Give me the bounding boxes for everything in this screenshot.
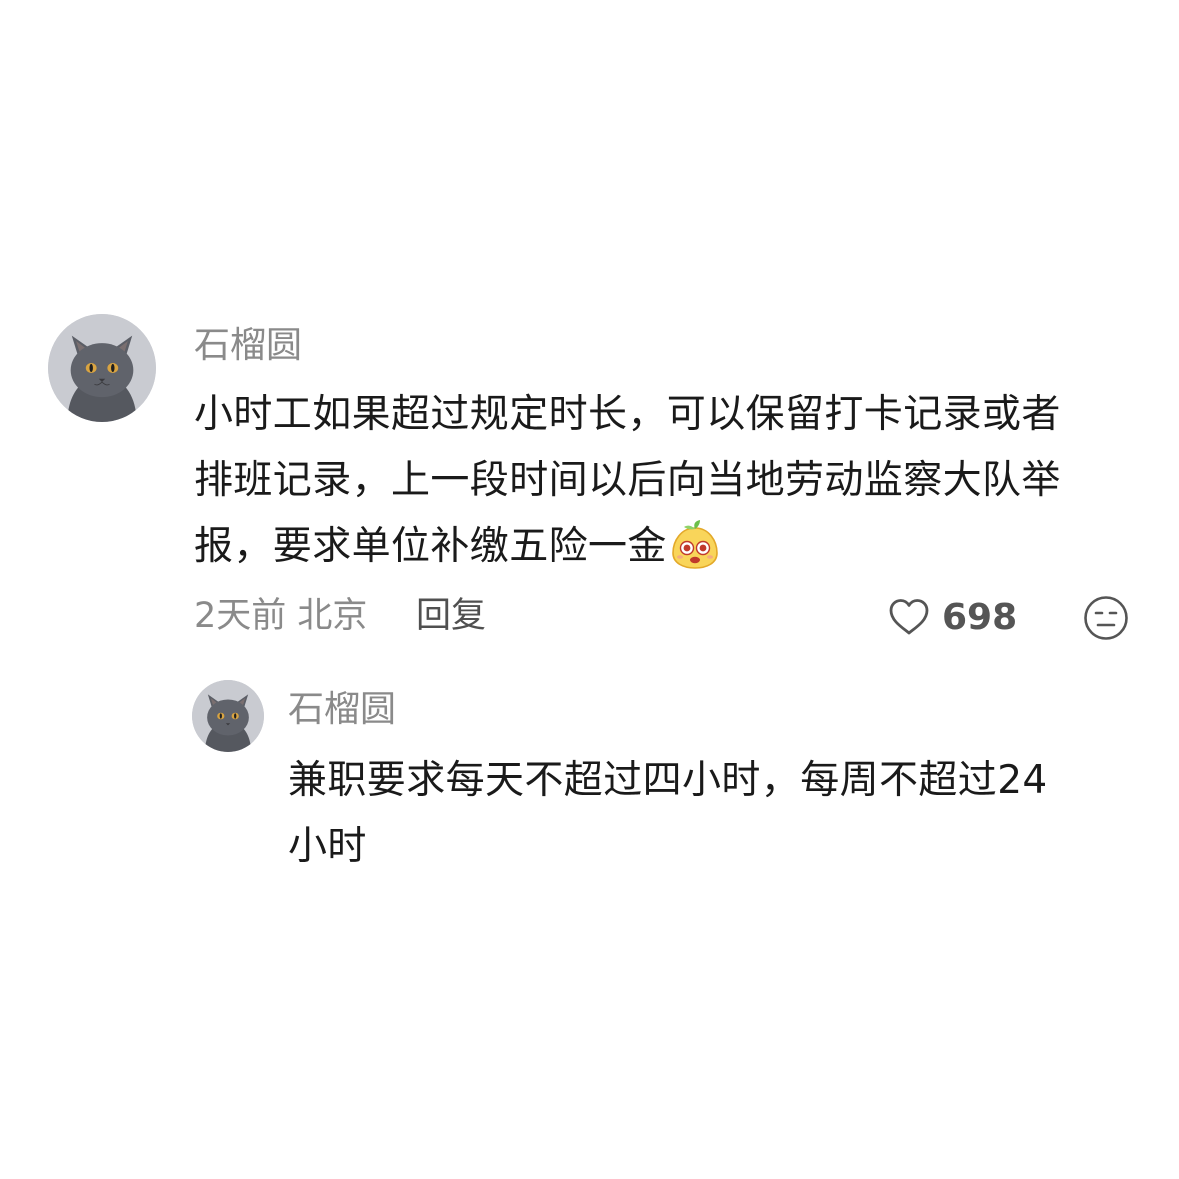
comment-text-line: 报，要求单位补缴五险一金 (194, 514, 1061, 580)
comment-username[interactable]: 石榴圆 (194, 324, 302, 368)
meh-face-icon[interactable] (1082, 594, 1130, 642)
heart-icon (889, 599, 929, 635)
comment-text-line: 小时工如果超过规定时长，可以保留打卡记录或者 (194, 392, 1061, 437)
comment-meta-row: 2天前 北京 回复 698 (194, 592, 1134, 642)
reply-username[interactable]: 石榴圆 (288, 688, 396, 732)
cat-avatar-icon (192, 680, 264, 752)
like-button[interactable]: 698 (886, 592, 1017, 642)
comment-text: 小时工如果超过规定时长，可以保留打卡记录或者 排班记录，上一段时间以后向当地劳动… (194, 382, 1061, 580)
like-count: 698 (942, 596, 1018, 638)
cat-avatar-icon (48, 314, 156, 422)
reply-avatar[interactable] (192, 680, 264, 752)
reply-button[interactable]: 回复 (416, 594, 486, 638)
time-location: 2天前 北京 (194, 596, 368, 636)
comment-text-segment: 排班记录，上一段时间以后向当地劳动监察大队举 (194, 458, 1061, 503)
user-avatar[interactable] (48, 314, 156, 422)
mango-face-emoji-icon (669, 519, 721, 571)
reply-text-line: 兼职要求每天不超过四小时，每周不超过24 (288, 758, 1048, 803)
comment-text-line: 排班记录，上一段时间以后向当地劳动监察大队举 (194, 448, 1061, 514)
reply-text-line: 小时 (288, 824, 367, 869)
reply-text: 兼职要求每天不超过四小时，每周不超过24 小时 (288, 748, 1048, 880)
comment-text-segment: 报，要求单位补缴五险一金 (194, 524, 667, 569)
